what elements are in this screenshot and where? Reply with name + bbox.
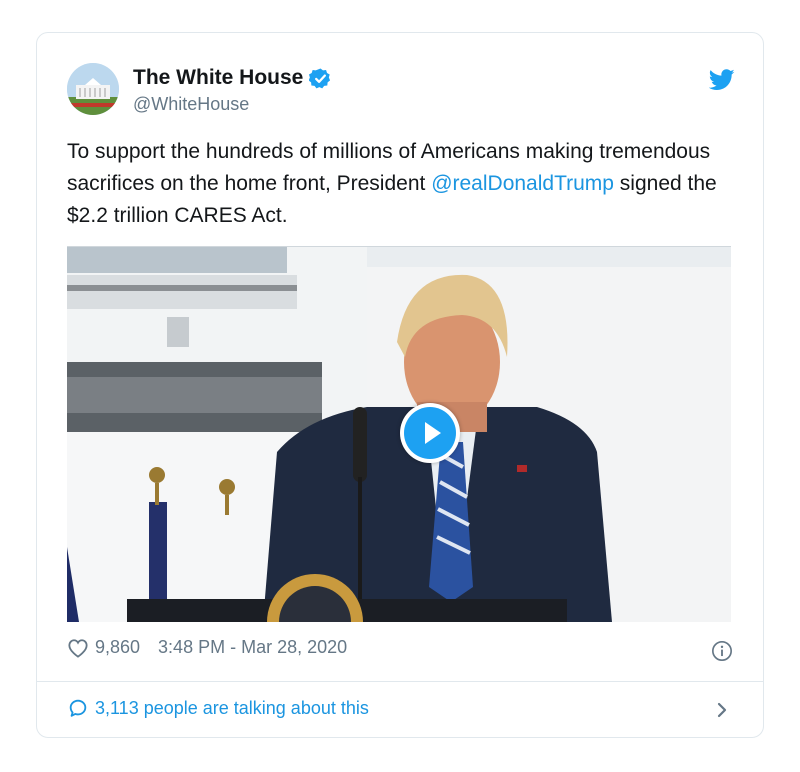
white-house-avatar-image: [67, 63, 119, 115]
author-name[interactable]: The White House: [133, 66, 332, 90]
tweet-meta: 9,860 3:48 PM - Mar 28, 2020: [67, 637, 347, 658]
like-count[interactable]: 9,860: [95, 637, 140, 658]
conversation-text[interactable]: 3,113 people are talking about this: [95, 698, 369, 719]
chevron-right-icon[interactable]: [715, 699, 729, 721]
video-thumbnail: [67, 247, 731, 622]
verified-badge-icon: [309, 67, 331, 88]
video-player[interactable]: [67, 246, 731, 622]
speech-bubble-icon: [69, 699, 87, 717]
author-name-text[interactable]: The White House: [133, 66, 303, 90]
heart-icon[interactable]: [67, 638, 89, 658]
twitter-bird-icon[interactable]: [709, 69, 735, 91]
divider: [37, 681, 763, 682]
tweet-timestamp[interactable]: 3:48 PM - Mar 28, 2020: [158, 637, 347, 658]
avatar[interactable]: [67, 63, 119, 115]
tweet-card[interactable]: The White House @WhiteHouse To support t…: [36, 32, 764, 738]
play-button[interactable]: [400, 403, 460, 463]
play-icon: [425, 422, 441, 444]
mention-link[interactable]: @realDonaldTrump: [431, 172, 614, 195]
info-icon[interactable]: [711, 640, 733, 662]
play-button-disc[interactable]: [404, 407, 456, 459]
tweet-text: To support the hundreds of millions of A…: [67, 136, 727, 232]
author-handle[interactable]: @WhiteHouse: [133, 94, 249, 115]
conversation-link[interactable]: 3,113 people are talking about this: [67, 697, 369, 719]
